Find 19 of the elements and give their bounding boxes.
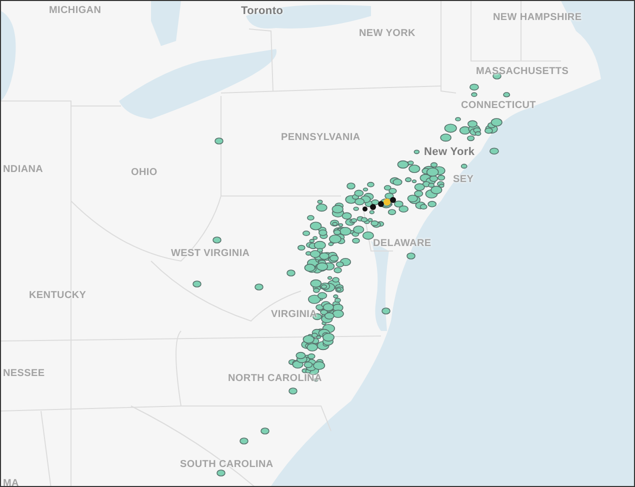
region-label: NEW YORK [359, 28, 416, 39]
region-label: MICHIGAN [49, 5, 102, 16]
region-label: NORTH CAROLINA [228, 373, 322, 384]
region-label: NEW HAMPSHIRE [493, 12, 582, 23]
region-label: VIRGINIA [271, 309, 318, 320]
city-label: New York [424, 146, 475, 158]
region-label: SOUTH CAROLINA [180, 459, 274, 470]
region-label: NESSEE [3, 368, 45, 379]
region-label: KENTUCKY [29, 290, 86, 301]
region-label: MA [3, 478, 19, 486]
region-label: SEY [453, 174, 474, 185]
city-label: Toronto [241, 5, 284, 17]
region-label: OHIO [131, 167, 158, 178]
region-label: MASSACHUSETTS [476, 66, 569, 77]
region-label: CONNECTICUT [461, 100, 536, 111]
region-label: PENNSYLVANIA [281, 132, 360, 143]
region-label: NDIANA [3, 164, 44, 175]
region-label: WEST VIRGINIA [171, 248, 250, 259]
region-label: DELAWARE [373, 238, 432, 249]
